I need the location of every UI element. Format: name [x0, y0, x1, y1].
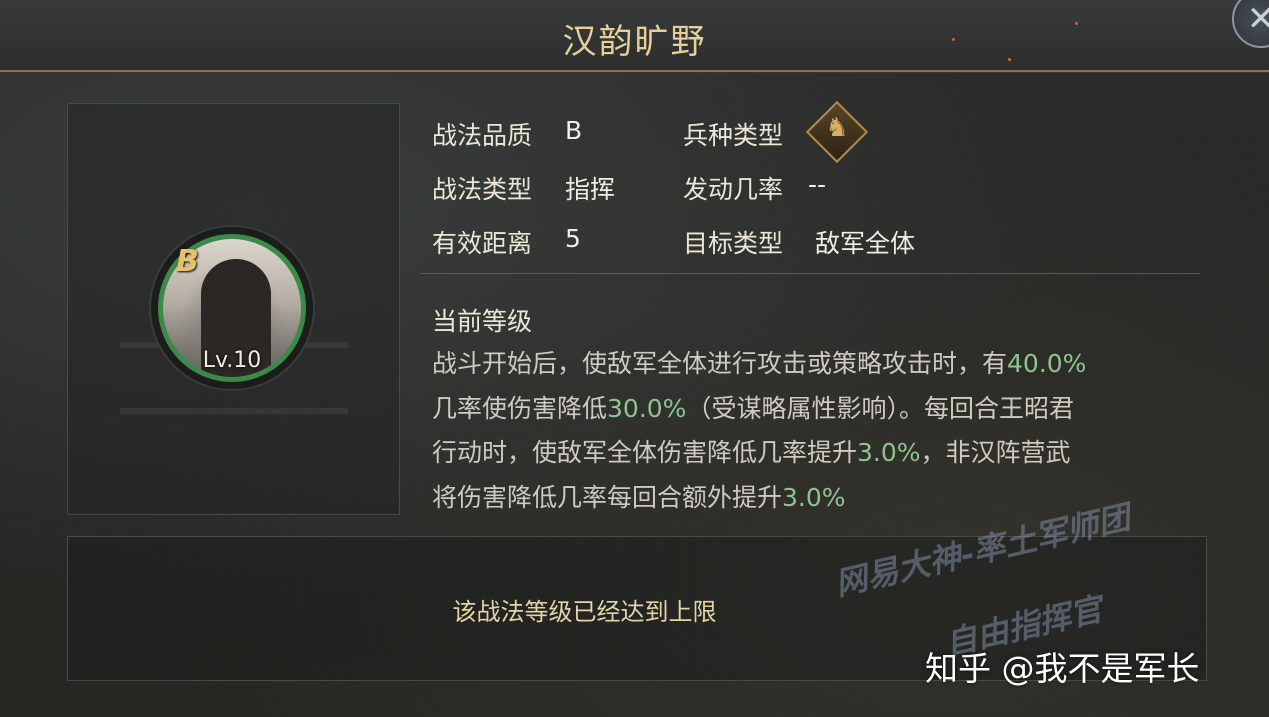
skill-level: Lv.10	[202, 348, 262, 373]
target-type-label: 目标类型	[683, 229, 784, 258]
desc-text: 战斗开始后，使敌军全体进行攻击或策略攻击时，有	[432, 349, 1008, 378]
tactic-type-value: 指挥	[565, 175, 616, 204]
grade-badge: B	[176, 244, 199, 279]
ember-particle	[1008, 58, 1011, 61]
desc-highlight: 3.0%	[857, 438, 921, 467]
skill-portrait-panel: B Lv.10	[67, 103, 400, 515]
quality-value: B	[565, 116, 583, 145]
skill-description: 战斗开始后，使敌军全体进行攻击或策略攻击时，有40.0% 几率使伤害降低30.0…	[432, 342, 1202, 520]
source-watermark: 知乎 @我不是军长	[925, 649, 1200, 688]
desc-highlight: 30.0%	[607, 393, 687, 423]
tactic-type-label: 战法类型	[432, 175, 533, 204]
current-level-heading: 当前等级	[432, 307, 533, 336]
desc-highlight: 40.0%	[1007, 349, 1087, 378]
title-bar: 汉韵旷野	[0, 0, 1269, 72]
trigger-rate-label: 发动几率	[683, 175, 784, 204]
horse-icon: ♞	[825, 113, 849, 143]
page-title: 汉韵旷野	[562, 22, 707, 62]
ember-particle	[1075, 22, 1078, 25]
trigger-rate-value: --	[808, 170, 827, 199]
desc-text: 几率使伤害降低	[432, 393, 608, 423]
range-label: 有效距离	[432, 229, 533, 258]
unit-type-label: 兵种类型	[683, 121, 784, 150]
range-value: 5	[565, 224, 581, 253]
quality-label: 战法品质	[432, 121, 533, 150]
close-icon: ✕	[1246, 0, 1269, 39]
divider	[420, 273, 1200, 274]
desc-highlight: 3.0%	[782, 482, 846, 512]
target-type-value: 敌军全体	[815, 229, 916, 258]
ember-particle	[952, 38, 955, 41]
